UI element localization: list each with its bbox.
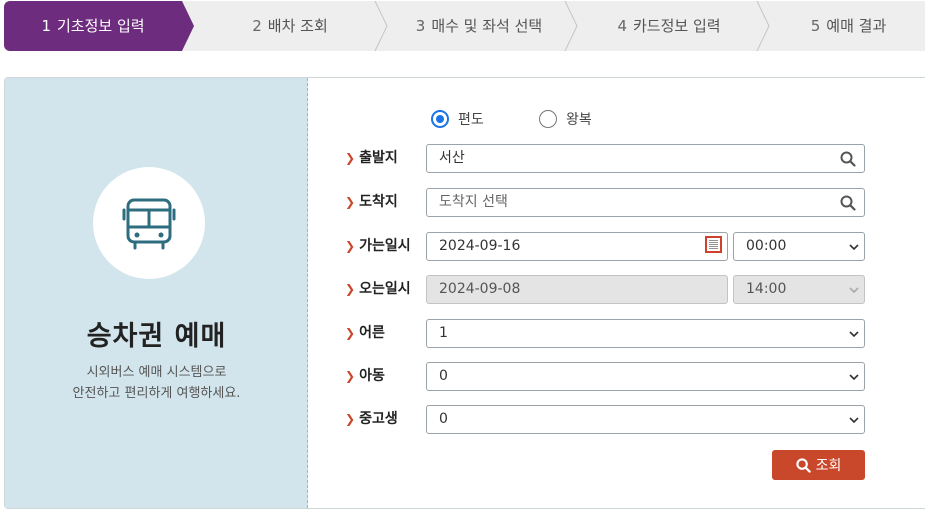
chevron-right-icon: ❯ <box>345 369 356 383</box>
teen-label: ❯ 중고생 <box>345 411 398 427</box>
chevron-right-icon: ❯ <box>345 151 356 165</box>
adult-count-select[interactable]: 1 <box>426 319 865 348</box>
departure-input[interactable]: 서산 <box>426 144 865 173</box>
panel-description: 시외버스 예매 시스템으로 안전하고 편리하게 여행하세요. <box>72 365 241 401</box>
return-date-label: ❯ 오는일시 <box>345 281 411 297</box>
chevron-down-icon <box>844 320 864 347</box>
chevron-down-icon <box>844 406 864 433</box>
radio-circle[interactable] <box>539 110 557 128</box>
chevron-down-icon <box>844 233 864 260</box>
panel-title: 승차권 예매 <box>86 321 227 352</box>
calendar-icon[interactable] <box>705 236 722 253</box>
arrival-label: ❯ 도착지 <box>345 194 398 210</box>
chevron-right-icon: ❯ <box>345 412 356 426</box>
round-trip-radio[interactable]: 왕복 <box>539 109 592 129</box>
step-progress-bar: 1 기초정보 입력 2 배차 조회 3 매수 및 좌석 선택 4 카드정보 입력 5 예매… <box>4 1 925 51</box>
departure-label: ❯ 출발지 <box>345 150 398 166</box>
go-date-input[interactable]: 2024-09-16 <box>426 232 728 261</box>
search-icon[interactable] <box>840 195 856 211</box>
child-count-select[interactable]: 0 <box>426 362 865 391</box>
search-icon <box>795 457 811 473</box>
child-label: ❯ 아동 <box>345 368 385 384</box>
teen-count-select[interactable]: 0 <box>426 405 865 434</box>
step-4: 4 카드정보 입력 <box>617 17 721 35</box>
chevron-right-icon: ❯ <box>345 195 356 209</box>
radio-circle-checked[interactable] <box>431 110 449 128</box>
step-1-arrow <box>182 1 194 51</box>
chevron-right-icon: ❯ <box>345 239 356 253</box>
step-2: 2 배차 조회 <box>252 17 328 35</box>
go-date-label: ❯ 가는일시 <box>345 238 411 254</box>
adult-label: ❯ 어른 <box>345 325 385 341</box>
arrival-input[interactable]: 도착지 선택 <box>426 188 865 217</box>
step-1: 1 기초정보 입력 <box>4 1 182 51</box>
chevron-down-icon <box>844 363 864 390</box>
step-5: 5 예매 결과 <box>810 17 887 35</box>
chevron-down-icon <box>844 276 864 303</box>
intro-panel: 승차권 예매 시외버스 예매 시스템으로 안전하고 편리하게 여행하세요. <box>5 78 308 508</box>
step-3: 3 매수 및 좌석 선택 <box>415 17 543 35</box>
search-button[interactable]: 조회 <box>772 450 865 480</box>
bus-icon-circle <box>93 167 205 279</box>
return-time-select: 14:00 <box>733 275 865 304</box>
go-time-select[interactable]: 00:00 <box>733 232 865 261</box>
one-way-radio[interactable]: 편도 <box>431 109 484 129</box>
bus-icon <box>122 198 176 250</box>
chevron-right-icon: ❯ <box>345 282 356 296</box>
search-icon[interactable] <box>840 151 856 167</box>
return-date-input: 2024-09-08 <box>426 275 728 304</box>
chevron-right-icon: ❯ <box>345 326 356 340</box>
